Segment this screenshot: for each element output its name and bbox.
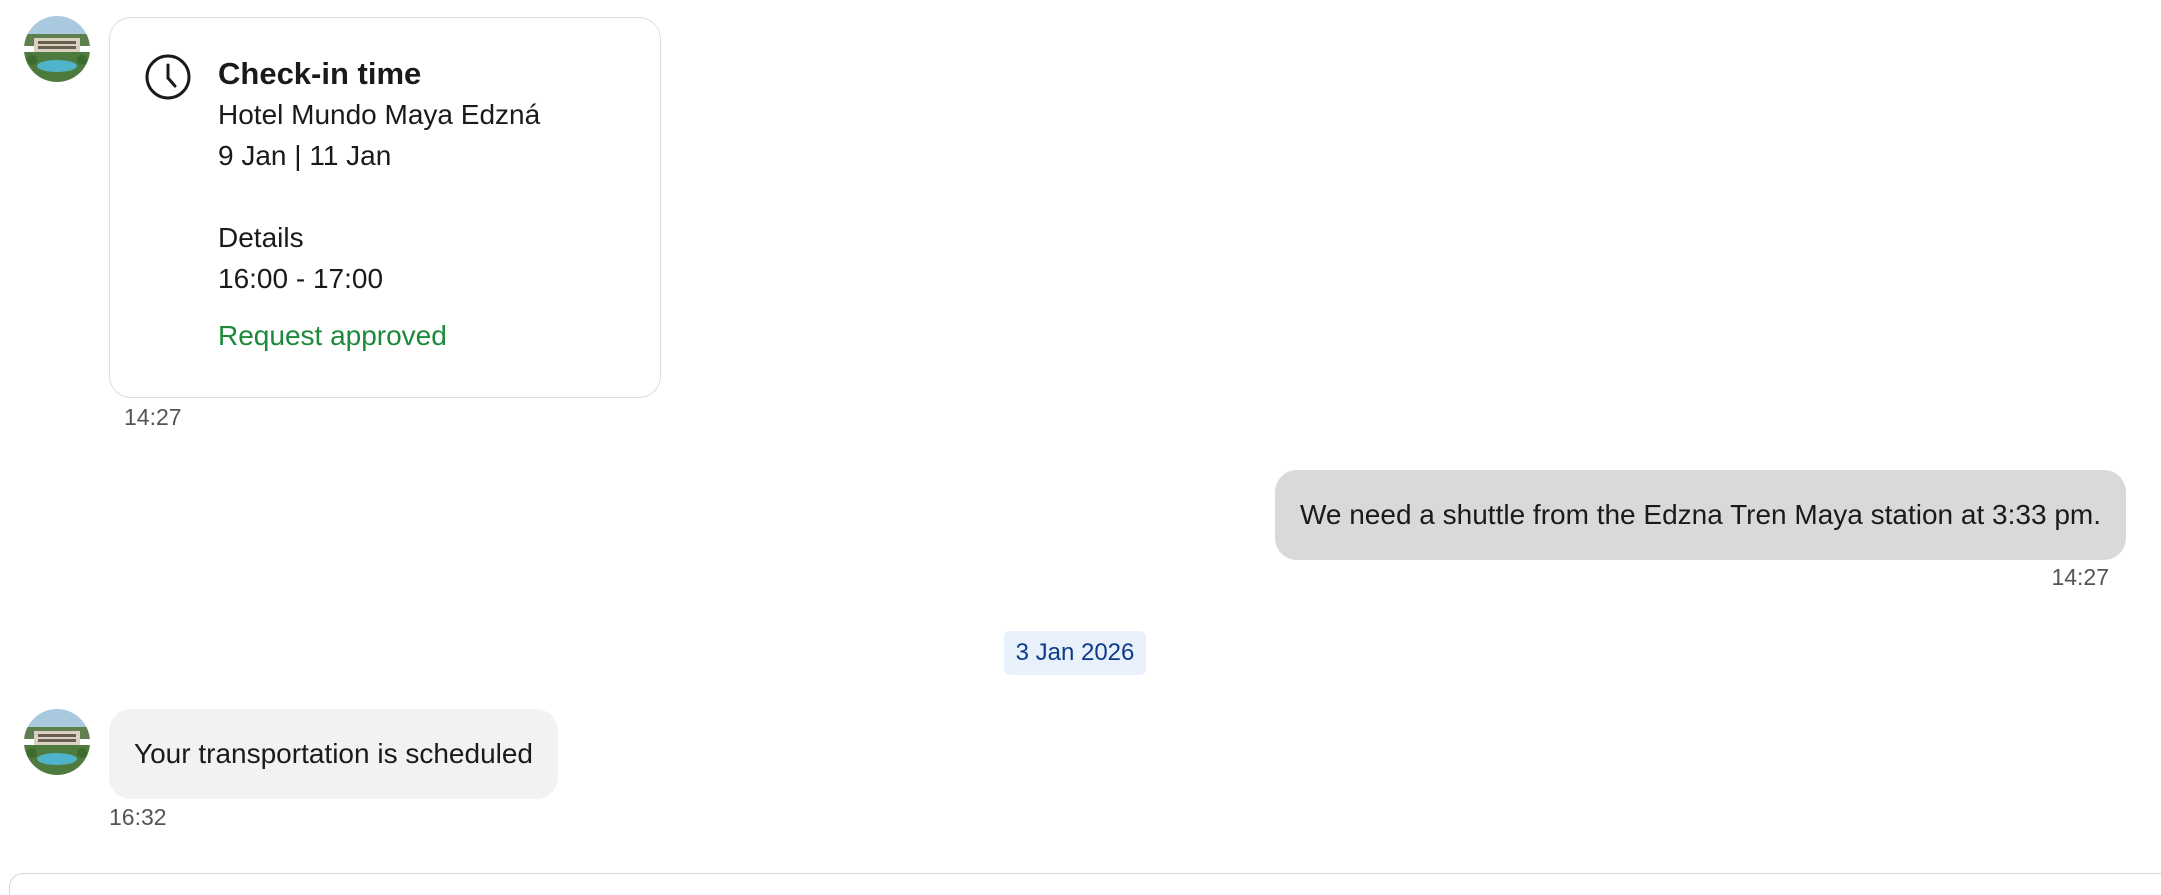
outgoing-message-bubble: We need a shuttle from the Edzna Tren Ma…	[1274, 470, 2126, 560]
card-spacer	[218, 176, 640, 217]
stay-dates: 9 Jan | 11 Jan	[218, 140, 392, 171]
message-text: We need a shuttle from the Edzna Tren Ma…	[1299, 499, 2101, 530]
message-timestamp: 16:32	[109, 804, 167, 830]
date-separator: 3 Jan 2026	[1004, 631, 1146, 675]
hotel-avatar-icon	[24, 16, 90, 82]
chat-thread: Check-in time Hotel Mundo Maya Edzná 9 J…	[0, 0, 2161, 895]
message-timestamp: 14:27	[124, 404, 182, 430]
card-title: Check-in time	[218, 56, 422, 91]
hotel-name: Hotel Mundo Maya Edzná	[218, 99, 541, 130]
details-value: 16:00 - 17:00	[218, 263, 384, 294]
checkin-card-body: Check-in time Hotel Mundo Maya Edzná 9 J…	[218, 54, 640, 356]
incoming-message-bubble: Your transportation is scheduled	[109, 709, 558, 799]
clock-icon	[144, 53, 192, 101]
message-text: Your transportation is scheduled	[134, 738, 533, 769]
date-separator-label: 3 Jan 2026	[1015, 639, 1135, 666]
checkin-card: Check-in time Hotel Mundo Maya Edzná 9 J…	[109, 17, 661, 398]
message-composer[interactable]	[9, 873, 2161, 895]
message-timestamp: 14:27	[2051, 564, 2109, 590]
hotel-avatar[interactable]	[24, 16, 90, 82]
hotel-avatar[interactable]	[24, 709, 90, 775]
hotel-avatar-icon	[24, 709, 90, 775]
details-label: Details	[218, 222, 304, 253]
request-status: Request approved	[218, 320, 447, 351]
